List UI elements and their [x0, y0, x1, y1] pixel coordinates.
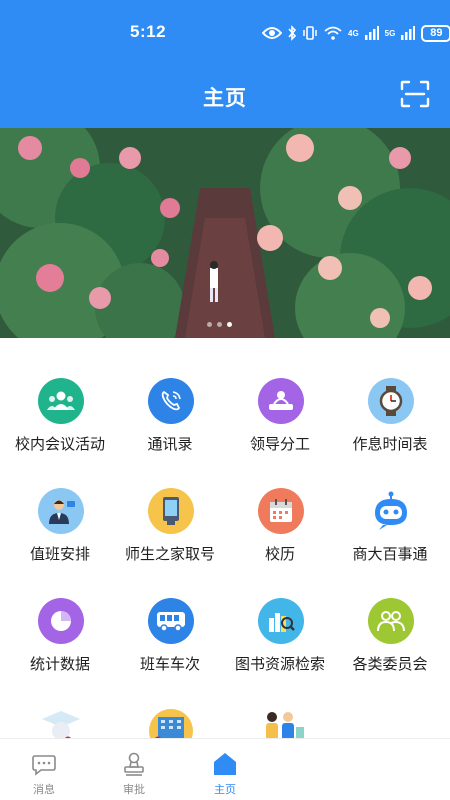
bus-icon [148, 598, 194, 644]
app-label: 班车车次 [139, 656, 200, 673]
calendar-icon [258, 488, 304, 534]
app-statistics[interactable]: 统计数据 [4, 580, 116, 680]
watch-icon [368, 378, 414, 424]
app-duty-arrangement[interactable]: 值班安排 [4, 470, 116, 570]
signal-icon [364, 26, 379, 40]
banner-image [0, 128, 450, 338]
home-icon [214, 753, 236, 775]
app-schedule[interactable]: 作息时间表 [334, 360, 446, 460]
robot-icon [368, 488, 414, 534]
tab-label: 主页 [214, 784, 236, 796]
kiosk-icon [148, 488, 194, 534]
approval-stamp-icon [124, 752, 144, 776]
carousel-dot[interactable] [217, 322, 222, 327]
carousel-dot-active[interactable] [227, 322, 232, 327]
status-time: 5:12 [130, 22, 167, 41]
battery-indicator: 89 [421, 24, 450, 42]
meeting-people-icon [38, 378, 84, 424]
carousel-dot[interactable] [207, 322, 212, 327]
committee-icon [368, 598, 414, 644]
app-label: 图书资源检索 [234, 656, 325, 673]
vibrate-icon [303, 26, 317, 40]
bluetooth-icon [288, 25, 296, 41]
app-label: 领导分工 [249, 436, 310, 453]
app-contacts[interactable]: 通讯录 [114, 360, 226, 460]
app-label: 统计数据 [29, 656, 90, 673]
banner-carousel[interactable] [0, 128, 450, 338]
app-label: 各类委员会 [352, 656, 428, 673]
page-title: 主页 [203, 87, 247, 110]
app-label: 校历 [264, 546, 295, 563]
app-header: 5:12 4G 5G 89 主页 [0, 0, 450, 128]
app-label: 师生之家取号 [124, 546, 215, 563]
app-label: 值班安排 [29, 546, 90, 563]
wifi-icon [324, 26, 342, 40]
tab-home[interactable]: 主页 [169, 739, 281, 800]
eye-icon [262, 27, 282, 39]
scan-icon[interactable] [400, 80, 430, 108]
bottom-tab-bar: 消息 审批 主页 [0, 738, 450, 800]
leader-division-icon [258, 378, 304, 424]
book-search-icon [258, 598, 304, 644]
app-queue-number[interactable]: 师生之家取号 [114, 470, 226, 570]
status-icons: 4G 5G 89 [262, 23, 450, 43]
duty-person-icon [38, 488, 84, 534]
pie-chart-icon [38, 598, 84, 644]
signal-icon-2 [401, 26, 416, 40]
app-library-search[interactable]: 图书资源检索 [224, 580, 336, 680]
app-committees[interactable]: 各类委员会 [334, 580, 446, 680]
phone-contacts-icon [148, 378, 194, 424]
app-label: 作息时间表 [352, 436, 428, 453]
carousel-indicator [207, 322, 232, 327]
message-icon [32, 755, 56, 776]
app-label: 校内会议活动 [14, 436, 105, 453]
app-school-calendar[interactable]: 校历 [224, 470, 336, 570]
app-assistant[interactable]: 商大百事通 [334, 470, 446, 570]
app-label: 通讯录 [147, 436, 193, 453]
app-leader-division[interactable]: 领导分工 [224, 360, 336, 460]
network-type-label-2: 5G [384, 28, 396, 38]
app-meeting-activities[interactable]: 校内会议活动 [4, 360, 116, 460]
app-shuttle-bus[interactable]: 班车车次 [114, 580, 226, 680]
network-type-label: 4G [348, 28, 359, 38]
status-bar: 5:12 4G 5G 89 [0, 0, 450, 62]
app-label: 商大百事通 [352, 546, 428, 563]
